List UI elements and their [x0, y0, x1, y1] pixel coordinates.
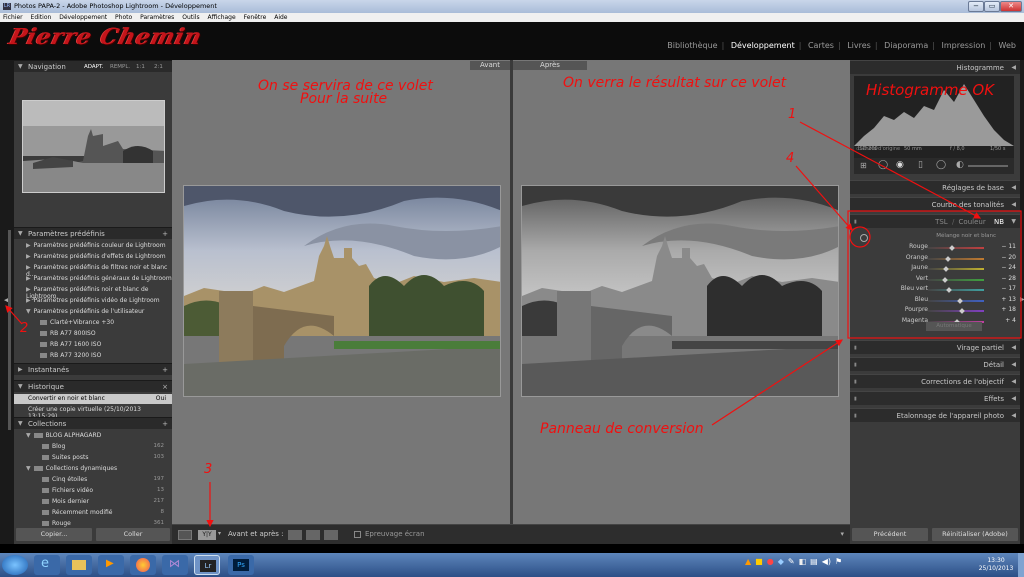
system-tray: ▲ ■ ● ◆ ✎ ◧ ▤ ◀) ⚑ [745, 557, 975, 573]
tray-app-icon[interactable]: ▲ [745, 557, 751, 566]
windows-taskbar: e ▶ ⋈ Lr Ps ▲ ■ ● ◆ ✎ ◧ ▤ ◀) ⚑ 13:30 25/10/2013 [0, 553, 1024, 577]
network-icon[interactable]: ▤ [810, 557, 818, 566]
show-desktop-button[interactable] [1018, 553, 1024, 577]
media-player-icon[interactable]: ▶ [98, 555, 124, 575]
tray-app-icon[interactable]: ◧ [799, 557, 807, 566]
firefox-icon[interactable] [130, 555, 156, 575]
flag-icon[interactable]: ⚑ [835, 557, 842, 566]
clock[interactable]: 13:30 25/10/2013 [976, 557, 1016, 573]
lightroom-taskbar-button[interactable]: Lr [194, 555, 220, 575]
photoshop-taskbar-button[interactable]: Ps [228, 555, 254, 575]
tray-app-icon[interactable]: ■ [755, 557, 763, 566]
explorer-icon[interactable] [66, 555, 92, 575]
ie-icon[interactable]: e [34, 555, 60, 575]
annotation-arrows [5, 121, 1022, 528]
tray-app-icon[interactable]: ◆ [778, 557, 784, 566]
tray-app-icon[interactable]: ✎ [788, 557, 795, 566]
visual-studio-icon[interactable]: ⋈ [162, 555, 188, 575]
start-button[interactable] [2, 555, 28, 575]
window-bottom-edge [0, 544, 1024, 553]
tray-app-icon[interactable]: ● [767, 557, 774, 566]
volume-icon[interactable]: ◀) [822, 557, 831, 566]
